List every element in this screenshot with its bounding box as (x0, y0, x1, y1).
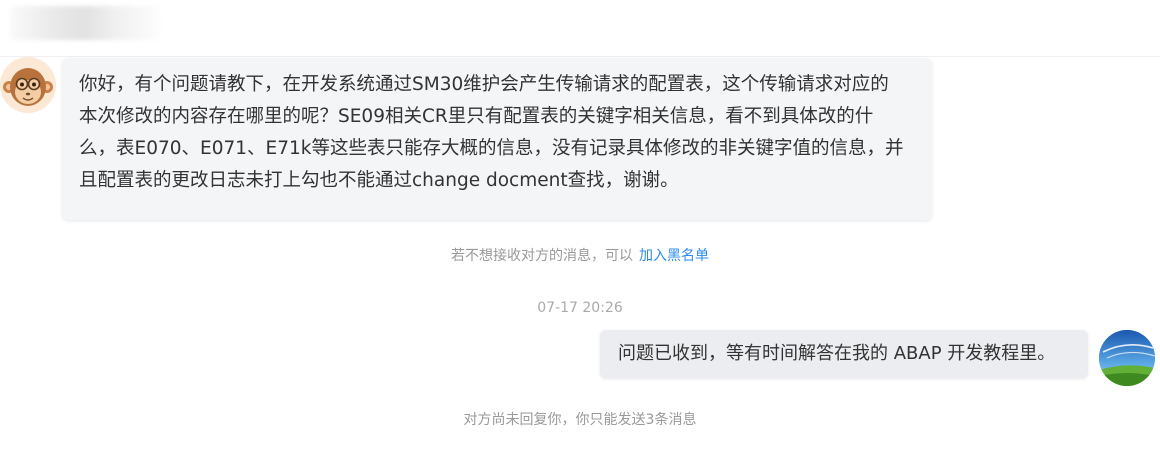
outgoing-message-bubble: 问题已收到，等有时间解答在我的 ABAP 开发教程里。 (600, 330, 1088, 378)
contact-name-blurred (10, 6, 160, 40)
monkey-face-icon (0, 57, 56, 113)
monkey-avatar-icon[interactable] (0, 57, 56, 113)
block-notice-text: 若不想接收对方的消息，可以 (451, 248, 633, 264)
reply-limit-notice: 对方尚未回复你，你只能发送3条消息 (463, 412, 697, 428)
block-notice: 若不想接收对方的消息，可以 加入黑名单 (0, 245, 1160, 265)
message-timestamp: 07-17 20:26 (537, 300, 623, 316)
landscape-avatar-icon[interactable] (1099, 330, 1155, 386)
add-to-blacklist-link[interactable]: 加入黑名单 (639, 248, 709, 264)
chat-header (0, 0, 1160, 57)
incoming-message-text: 你好，有个问题请教下，在开发系统通过SM30维护会产生传输请求的配置表，这个传输… (79, 74, 904, 191)
incoming-message-bubble: 你好，有个问题请教下，在开发系统通过SM30维护会产生传输请求的配置表，这个传输… (62, 58, 932, 220)
outgoing-message-text: 问题已收到，等有时间解答在我的 ABAP 开发教程里。 (618, 343, 1056, 364)
sky-grass-icon (1099, 330, 1155, 386)
